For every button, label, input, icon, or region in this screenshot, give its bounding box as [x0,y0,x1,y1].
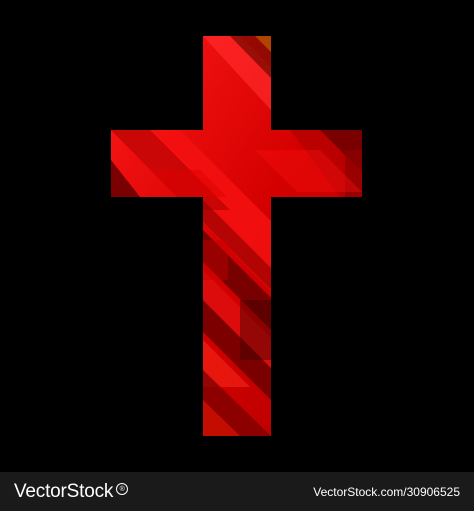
cross-artwork [111,36,362,436]
footer-bar: VectorStock ® VectorStock.com/30906525 [0,472,474,511]
registered-mark-icon: ® [116,482,129,495]
image-credit[interactable]: VectorStock.com/30906525 [313,485,460,499]
brand-logo[interactable]: VectorStock ® [14,480,129,503]
cross-icon [111,36,362,436]
brand-name: VectorStock [14,480,114,502]
stock-image: VectorStock ® VectorStock.com/30906525 [0,0,474,511]
